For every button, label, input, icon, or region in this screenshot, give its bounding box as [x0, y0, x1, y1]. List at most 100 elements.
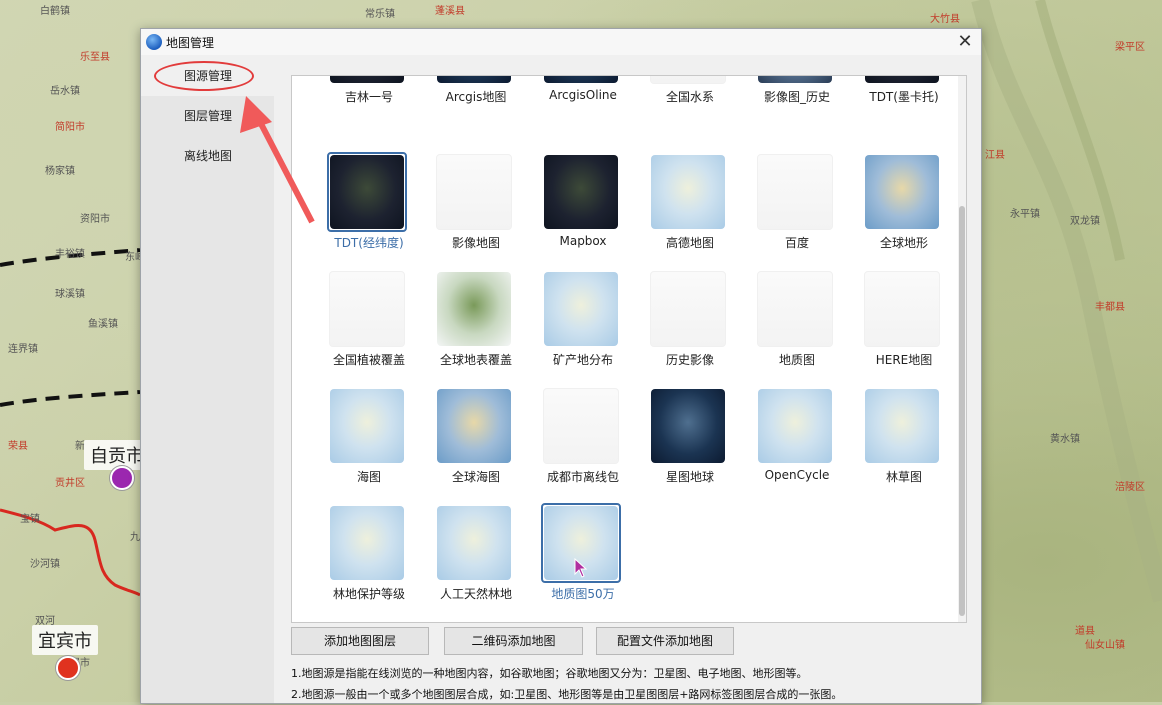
tile-label: 林草图: [885, 470, 922, 484]
tile-label: TDT(墨卡托): [869, 90, 939, 104]
tile-label: 人工天然林地: [439, 587, 512, 601]
tile-label: 林地保护等级: [332, 587, 405, 601]
tile-label: 全球地表覆盖: [439, 353, 512, 367]
map-thumbnail: [544, 76, 618, 83]
map-label: 道县: [1075, 626, 1095, 637]
map-source-tile[interactable]: Mapbox: [531, 152, 635, 260]
map-label: 常乐镇: [365, 9, 395, 20]
map-source-tile[interactable]: 地质图: [745, 269, 849, 377]
title-bar[interactable]: 地图管理 ✕: [141, 29, 981, 55]
sidebar-item-source-management[interactable]: 图源管理: [141, 56, 274, 96]
tile-thumbnail-frame: [648, 76, 728, 86]
tile-thumbnail-frame: [327, 269, 407, 349]
sidebar-item-layer-management[interactable]: 图层管理: [141, 96, 274, 136]
map-source-tile[interactable]: 矿产地分布: [531, 269, 635, 377]
map-thumbnail: [758, 389, 832, 463]
map-thumbnail: [437, 389, 511, 463]
map-source-tile[interactable]: OpenCycle: [745, 386, 849, 494]
map-source-tile[interactable]: 百度: [745, 152, 849, 260]
scroll-thumb[interactable]: [959, 206, 965, 616]
map-thumbnail: [757, 271, 833, 347]
sidebar: 图源管理 图层管理 离线地图: [141, 56, 274, 703]
mouse-cursor-icon: [574, 558, 588, 578]
map-source-tile[interactable]: 全国植被覆盖: [317, 269, 421, 377]
tile-label: 吉林一号: [344, 90, 393, 104]
map-thumbnail: [437, 272, 511, 346]
tile-thumbnail-frame: [862, 76, 942, 86]
tile-thumbnail-frame: [434, 152, 514, 232]
map-source-tile[interactable]: 影像图_历史: [745, 76, 849, 114]
tile-label: 高德地图: [665, 236, 714, 250]
sidebar-item-label: 图层管理: [184, 109, 233, 123]
map-label: 丰都县: [1095, 302, 1125, 313]
map-thumbnail: [651, 389, 725, 463]
map-label: 丰裕镇: [55, 249, 85, 260]
sidebar-item-label: 离线地图: [184, 149, 233, 163]
map-source-tile[interactable]: HERE地图: [852, 269, 956, 377]
tile-thumbnail-frame: [434, 386, 514, 466]
map-source-tile[interactable]: 全国水系: [638, 76, 742, 114]
app-globe-icon: [146, 34, 162, 50]
map-label: 资阳市: [80, 214, 110, 225]
map-source-tile[interactable]: TDT(墨卡托): [852, 76, 956, 114]
map-source-tile[interactable]: 地质图50万: [531, 503, 635, 611]
map-source-tile[interactable]: 影像地图: [424, 152, 528, 260]
tile-thumbnail-frame: [541, 269, 621, 349]
tile-thumbnail-frame: [755, 152, 835, 232]
map-source-tile[interactable]: Arcgis地图: [424, 76, 528, 114]
map-thumbnail: [329, 271, 405, 347]
tile-label: 影像地图: [451, 236, 500, 250]
map-source-tile[interactable]: 海图: [317, 386, 421, 494]
map-source-tile[interactable]: 历史影像: [638, 269, 742, 377]
map-source-tile[interactable]: TDT(经纬度): [317, 152, 421, 260]
sidebar-item-offline-map[interactable]: 离线地图: [141, 136, 274, 176]
close-button[interactable]: ✕: [955, 32, 975, 52]
map-source-tile[interactable]: 全球地表覆盖: [424, 269, 528, 377]
map-thumbnail: [865, 155, 939, 229]
tile-label: 全国水系: [665, 90, 714, 104]
tile-thumbnail-frame: [755, 76, 835, 86]
map-source-tile[interactable]: 全球地形: [852, 152, 956, 260]
map-source-tile[interactable]: 成都市离线包: [531, 386, 635, 494]
tile-label: 地质图: [778, 353, 815, 367]
boundary-line-lower: [0, 390, 141, 407]
map-thumbnail: [544, 272, 618, 346]
map-label: 涪陵区: [1115, 482, 1145, 493]
map-source-tile[interactable]: ArcgisOline: [531, 76, 635, 114]
tile-label: 全球海图: [451, 470, 500, 484]
qr-add-map-button[interactable]: 二维码添加地图: [444, 627, 583, 655]
city-marker-yibin[interactable]: [56, 656, 80, 680]
map-source-tile[interactable]: 林草图: [852, 386, 956, 494]
map-label: 球溪镇: [55, 289, 85, 300]
tile-thumbnail-frame: [327, 386, 407, 466]
tile-thumbnail-frame: [755, 386, 835, 466]
map-label: 沙河镇: [30, 559, 60, 570]
tile-thumbnail-frame: [541, 152, 621, 232]
map-source-tile[interactable]: 星图地球: [638, 386, 742, 494]
map-label: 大竹县: [930, 14, 960, 25]
map-label: 梁平区: [1115, 42, 1145, 53]
map-thumbnail: [330, 155, 404, 229]
map-source-tile[interactable]: 吉林一号: [317, 76, 421, 114]
map-thumbnail: [544, 155, 618, 229]
add-map-layer-button[interactable]: 添加地图图层: [291, 627, 429, 655]
map-source-tile[interactable]: 全球海图: [424, 386, 528, 494]
map-source-tile[interactable]: 林地保护等级: [317, 503, 421, 611]
map-label: 黄水镇: [1050, 434, 1080, 445]
map-source-tile[interactable]: 人工天然林地: [424, 503, 528, 611]
tile-label: ArcgisOline: [549, 88, 617, 102]
tile-label: HERE地图: [875, 353, 933, 367]
map-label: 永平镇: [1010, 209, 1040, 220]
vertical-scrollbar[interactable]: [958, 76, 966, 622]
city-marker-zigong[interactable]: [110, 466, 134, 490]
config-file-add-map-button[interactable]: 配置文件添加地图: [596, 627, 734, 655]
tile-label: 海图: [356, 470, 381, 484]
map-label: 白鹤镇: [40, 6, 70, 17]
tile-label: TDT(经纬度): [334, 236, 404, 250]
tile-thumbnail-frame: [434, 269, 514, 349]
close-icon: ✕: [957, 31, 973, 52]
map-thumbnail: [757, 154, 833, 230]
map-thumbnail: [330, 389, 404, 463]
map-source-grid[interactable]: 吉林一号 Arcgis地图 ArcgisOline 全国水系 影像图_历史 TDT(墨卡托…: [291, 75, 967, 623]
map-source-tile[interactable]: 高德地图: [638, 152, 742, 260]
